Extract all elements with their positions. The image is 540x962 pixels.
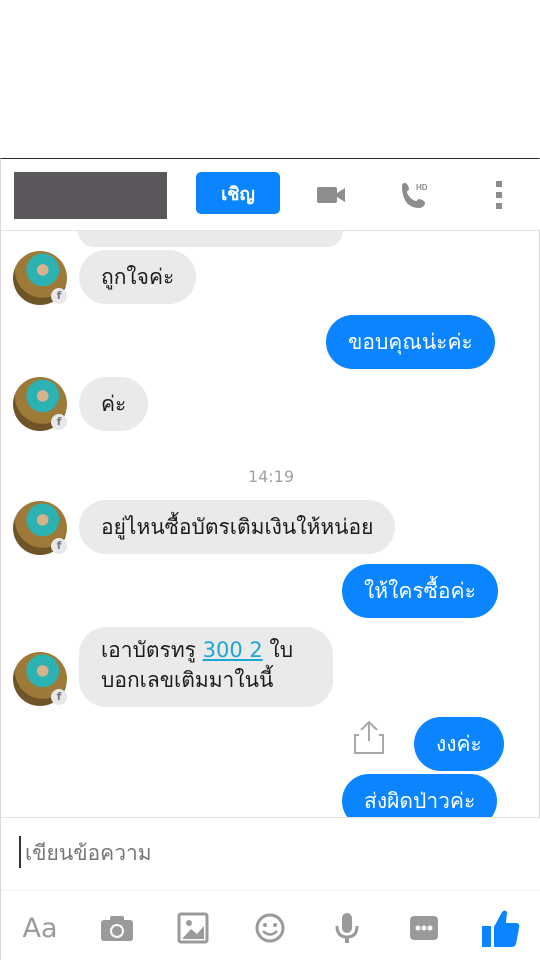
message-list[interactable]: f ถูกใจค่ะ ขอบคุณน่ะค่ะ f ค่ะ 14:19 f อย…	[1, 231, 540, 817]
text-cursor	[19, 836, 21, 868]
message-outgoing[interactable]: ส่งผิดป่าวค่ะ	[342, 774, 498, 817]
message-incoming-multiline[interactable]: เอาบัตรทรู 300 2 ใบ บอกเลขเติมมาในนี้	[79, 627, 333, 707]
facebook-badge-icon: f	[51, 689, 67, 705]
message-outgoing[interactable]: ขอบคุณน่ะค่ะ	[326, 315, 495, 369]
share-icon[interactable]	[351, 717, 387, 757]
facebook-badge-icon: f	[51, 288, 67, 304]
message-timestamp: 14:19	[247, 467, 295, 486]
phone-hd-icon[interactable]: HD	[395, 177, 435, 213]
composer-toolbar: Aa	[1, 890, 540, 962]
message-incoming[interactable]: ค่ะ	[79, 377, 149, 431]
emoji-icon[interactable]	[249, 907, 291, 949]
contact-name-redacted[interactable]	[14, 172, 167, 219]
camera-icon[interactable]	[96, 907, 138, 949]
message-bubble-partial[interactable]	[78, 231, 343, 247]
more-icon[interactable]	[403, 907, 445, 949]
message-incoming[interactable]: ถูกใจค่ะ	[79, 250, 197, 304]
message-text: เอาบัตรทรู	[101, 638, 203, 662]
message-incoming[interactable]: อยู่ไหนซื้อบัตรเติมเงินให้หน่อย	[79, 500, 396, 554]
text-format-icon[interactable]: Aa	[19, 907, 61, 949]
message-outgoing[interactable]: ให้ใครซื้อค่ะ	[342, 564, 498, 618]
facebook-badge-icon: f	[51, 414, 67, 430]
message-text: ใบ	[262, 638, 294, 662]
like-icon[interactable]	[479, 907, 521, 949]
video-call-icon[interactable]	[311, 177, 351, 213]
gallery-icon[interactable]	[172, 907, 214, 949]
chat-window: เชิญ HD f ถูกใจค่ะ ขอบคุณน่ะค่ะ f ค่ะ 14…	[0, 158, 540, 962]
message-outgoing[interactable]: งงค่ะ	[414, 717, 504, 771]
message-link[interactable]: 300 2	[203, 638, 263, 662]
svg-text:HD: HD	[416, 183, 428, 192]
status-space	[0, 0, 540, 158]
message-text: บอกเลขเติมมาในนี้	[101, 668, 274, 692]
invite-button[interactable]: เชิญ	[196, 172, 280, 214]
composer	[1, 817, 540, 891]
facebook-badge-icon: f	[51, 538, 67, 554]
more-vertical-icon[interactable]	[479, 177, 519, 213]
message-input[interactable]	[23, 834, 507, 872]
chat-header: เชิญ HD	[1, 159, 540, 231]
mic-icon[interactable]	[326, 907, 368, 949]
